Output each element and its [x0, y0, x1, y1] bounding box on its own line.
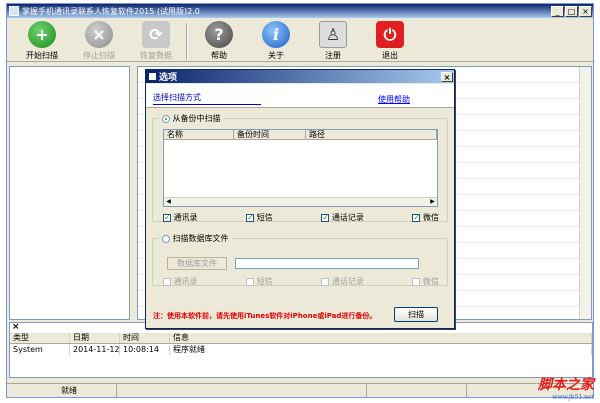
col-backup-time[interactable]: 备份时间 — [234, 130, 306, 139]
db-check-wechat[interactable]: 微信 — [412, 276, 439, 287]
about-button[interactable]: i 关于 — [249, 21, 303, 61]
status-bar: 就绪 — [7, 383, 593, 397]
subtitle-underline — [153, 104, 261, 105]
watermark-logo: 脚本之家 — [538, 377, 594, 393]
dialog-title-bar: 选项 × — [146, 70, 454, 83]
db-radio[interactable] — [162, 234, 170, 243]
db-check-calls-label: 通话记录 — [331, 277, 364, 286]
check-sms-label: 短信 — [256, 213, 273, 222]
log-cell-info: 程序就绪 — [170, 345, 592, 355]
log-cell-type: System — [10, 345, 70, 355]
recover-data-label: 恢复数据 — [140, 51, 172, 60]
toolbar-separator — [186, 23, 188, 59]
log-row[interactable]: System 2014-11-12 10:08:14 程序就绪 — [10, 345, 592, 355]
col-name[interactable]: 名称 — [164, 130, 234, 139]
check-sms[interactable]: ✓ 短信 — [246, 212, 273, 223]
close-button[interactable]: × — [579, 5, 592, 17]
log-col-time[interactable]: 时间 — [120, 333, 170, 343]
watermark-url: www.jb51.net — [552, 394, 594, 401]
backup-note: 注：使用本软件前，请先使用iTunes软件对iPhone或iPad进行备份。 — [153, 312, 377, 320]
register-button[interactable]: ♙ 注册 — [306, 21, 360, 61]
app-icon — [9, 6, 19, 16]
db-file-path-input[interactable] — [235, 258, 419, 269]
stop-icon: × — [85, 21, 113, 48]
dialog-subtitle: 选择扫描方式 — [153, 93, 201, 102]
recover-data-button[interactable]: ⟳ 恢复数据 — [129, 21, 183, 61]
db-check-sms[interactable]: 短信 — [246, 276, 273, 287]
toolbar: + 开始扫描 × 停止扫描 ⟳ 恢复数据 ? 帮助 i 关于 ♙ 注册 ⏻ 退出 — [7, 18, 593, 62]
backup-option-label: 从备份中扫描 — [172, 114, 221, 123]
scan-button[interactable]: 扫描 — [394, 307, 438, 322]
dialog-icon — [149, 73, 156, 80]
power-icon: ⏻ — [376, 21, 404, 48]
horizontal-scrollbar[interactable]: ◀ ▶ — [164, 197, 437, 206]
minimize-button[interactable]: _ — [551, 5, 564, 17]
db-file-button[interactable]: 数据库文件 — [167, 257, 227, 270]
db-check-wechat-label: 微信 — [422, 277, 439, 286]
help-link[interactable]: 使用帮助 — [378, 94, 410, 105]
start-scan-label: 开始扫描 — [26, 51, 58, 60]
options-dialog: 选项 × 选择扫描方式 使用帮助 从备份中扫描 名称 备份时间 路径 ◀ ▶ ✓… — [145, 69, 455, 329]
refresh-icon: ⟳ — [142, 21, 170, 48]
db-check-sms-label: 短信 — [256, 277, 273, 286]
plus-icon: + — [28, 21, 56, 48]
status-pane-3 — [367, 384, 467, 397]
register-label: 注册 — [325, 51, 341, 60]
db-checks: 通讯录 短信 通话记录 微信 — [163, 276, 439, 287]
window-title: 掌握手机通讯录联系人恢复软件2015 (试用版)2.0 — [22, 6, 200, 16]
dialog-header: 选择扫描方式 使用帮助 — [146, 84, 454, 108]
exit-button[interactable]: ⏻ 退出 — [363, 21, 417, 61]
check-contacts[interactable]: ✓ 通讯录 — [163, 212, 198, 223]
db-scan-group: 扫描数据库文件 数据库文件 通讯录 短信 通话记录 微信 — [152, 233, 448, 287]
db-option[interactable]: 扫描数据库文件 — [159, 233, 232, 244]
backup-scan-group: 从备份中扫描 名称 备份时间 路径 ◀ ▶ ✓ 通讯录 ✓ 短信 ✓ 通话记录 … — [152, 113, 448, 223]
title-bar: 掌握手机通讯录联系人恢复软件2015 (试用版)2.0 _ □ × — [7, 4, 593, 18]
backup-option[interactable]: 从备份中扫描 — [159, 113, 224, 124]
start-scan-button[interactable]: + 开始扫描 — [15, 21, 69, 61]
check-contacts-label: 通讯录 — [173, 213, 198, 222]
log-close-icon[interactable]: × — [12, 322, 20, 332]
backup-list-header: 名称 备份时间 路径 — [164, 130, 437, 140]
scroll-right-icon[interactable]: ▶ — [428, 198, 437, 206]
col-path[interactable]: 路径 — [306, 130, 437, 139]
left-tree-panel[interactable] — [9, 66, 130, 320]
exit-label: 退出 — [382, 51, 398, 60]
log-cell-time: 10:08:14 — [120, 345, 170, 355]
status-pane-2 — [117, 384, 367, 397]
log-panel: × 类型 日期 时间 信息 System 2014-11-12 10:08:14… — [9, 322, 593, 378]
about-label: 关于 — [268, 51, 284, 60]
db-check-contacts[interactable]: 通讯录 — [163, 276, 198, 287]
check-calls[interactable]: ✓ 通话记录 — [321, 212, 364, 223]
user-icon: ♙ — [319, 21, 347, 48]
log-col-date[interactable]: 日期 — [70, 333, 120, 343]
watermark: 脚本之家 www.jb51.net — [538, 374, 594, 401]
check-wechat-label: 微信 — [422, 213, 439, 222]
backup-list[interactable]: 名称 备份时间 路径 ◀ ▶ — [163, 129, 438, 207]
db-check-calls[interactable]: 通话记录 — [321, 276, 364, 287]
db-check-contacts-label: 通讯录 — [173, 277, 198, 286]
log-cell-date: 2014-11-12 — [70, 345, 120, 355]
log-header: 类型 日期 时间 信息 — [10, 333, 592, 344]
stop-scan-button[interactable]: × 停止扫描 — [72, 21, 126, 61]
help-label: 帮助 — [211, 51, 227, 60]
question-icon: ? — [205, 21, 233, 48]
status-label: 就绪 — [61, 386, 77, 395]
vertical-scrollbar[interactable] — [579, 67, 591, 319]
log-col-info[interactable]: 信息 — [170, 333, 592, 343]
log-col-type[interactable]: 类型 — [10, 333, 70, 343]
db-option-label: 扫描数据库文件 — [172, 234, 229, 243]
dialog-close-button[interactable]: × — [441, 71, 453, 82]
stop-scan-label: 停止扫描 — [83, 51, 115, 60]
backup-checks: ✓ 通讯录 ✓ 短信 ✓ 通话记录 ✓ 微信 — [163, 212, 439, 223]
dialog-title: 选项 — [159, 73, 178, 83]
status-text: 就绪 — [7, 384, 117, 397]
info-icon: i — [262, 21, 290, 48]
check-calls-label: 通话记录 — [331, 213, 364, 222]
help-button[interactable]: ? 帮助 — [192, 21, 246, 61]
backup-radio[interactable] — [162, 114, 170, 123]
check-wechat[interactable]: ✓ 微信 — [412, 212, 439, 223]
scroll-left-icon[interactable]: ◀ — [164, 198, 173, 206]
maximize-button[interactable]: □ — [565, 5, 578, 17]
